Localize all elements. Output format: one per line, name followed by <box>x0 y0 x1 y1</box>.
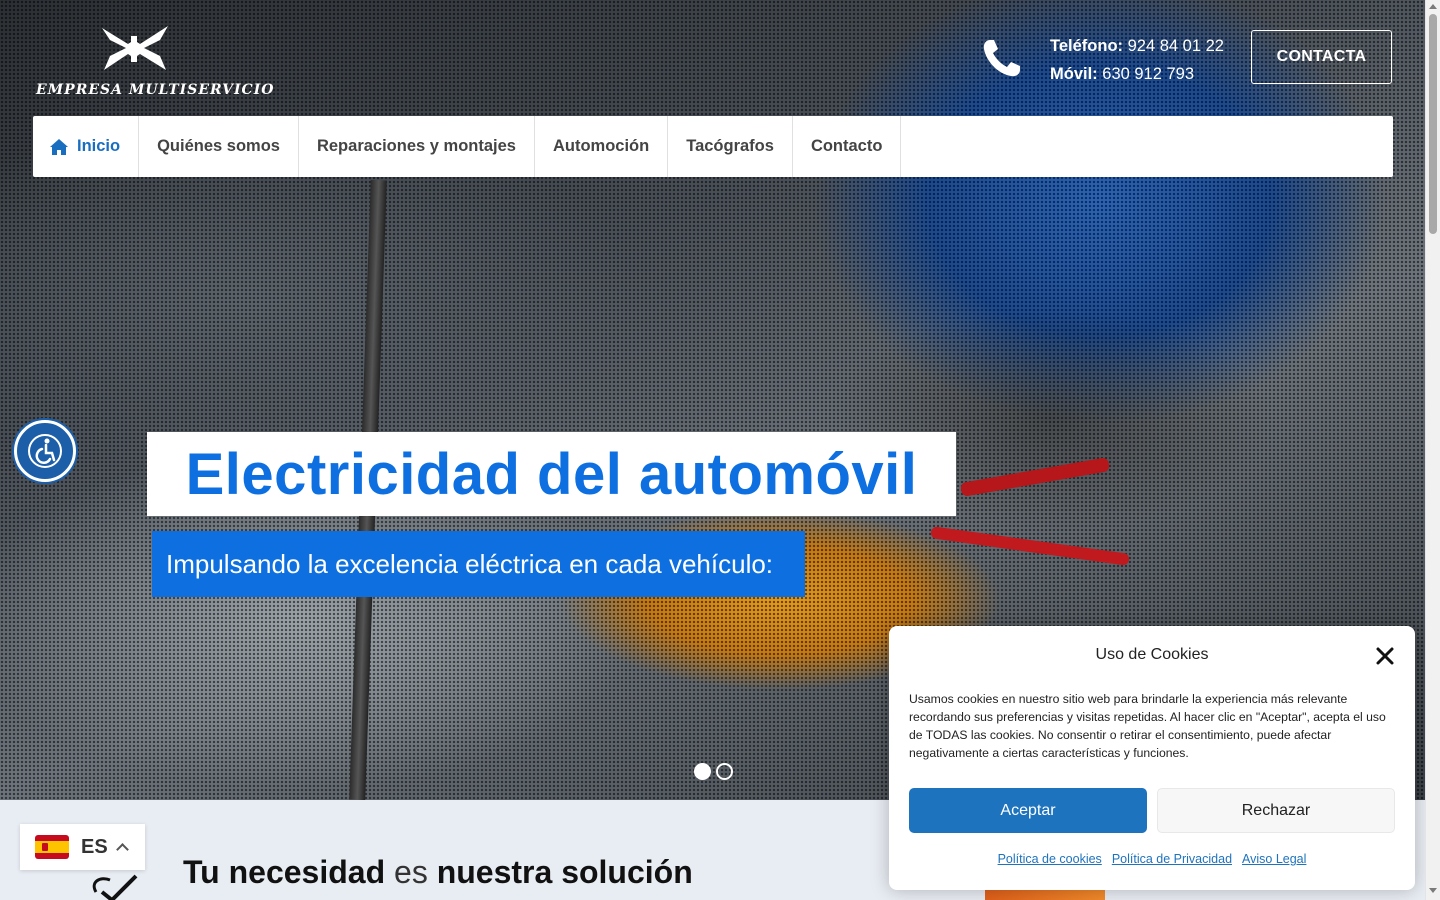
cookie-policy-link[interactable]: Política de cookies <box>998 852 1102 866</box>
logo-text: EMPRESA MULTISERVICIO <box>36 82 275 98</box>
nav-label: Contacto <box>810 137 883 155</box>
hero-background-wire <box>959 457 1111 497</box>
cookie-text: Usamos cookies en nuestro sitio web para… <box>909 692 1386 760</box>
accessibility-button[interactable] <box>14 420 76 482</box>
privacy-policy-link[interactable]: Política de Privacidad <box>1112 852 1232 866</box>
close-icon[interactable] <box>1375 646 1395 666</box>
mobile-value: 630 912 793 <box>1102 65 1195 83</box>
phone-label: Teléfono: <box>1050 37 1124 55</box>
logo-mark-icon <box>102 26 168 70</box>
nav-item-inicio[interactable]: Inicio <box>33 116 140 177</box>
hero-subtitle: Impulsando la excelencia eléctrica en ca… <box>166 548 774 579</box>
section-title-part1: Tu necesidad <box>183 854 386 890</box>
phone-icon <box>983 40 1020 77</box>
spain-flag-icon <box>35 835 69 859</box>
check-icon <box>92 874 138 900</box>
reject-cookies-button[interactable]: Rechazar <box>1157 788 1395 833</box>
scroll-thumb[interactable] <box>1429 14 1437 234</box>
nav-label: Automoción <box>552 137 650 155</box>
section-title: Tu necesidad es nuestra solución <box>183 854 693 891</box>
nav-item-automocion[interactable]: Automoción <box>535 116 669 177</box>
nav-item-tacografos[interactable]: Tacógrafos <box>668 116 793 177</box>
page-scrollbar[interactable] <box>1425 0 1440 900</box>
section-title-part3: nuestra solución <box>436 854 693 890</box>
language-code: ES <box>81 835 108 858</box>
accessibility-icon <box>28 434 62 468</box>
nav-item-quienes-somos[interactable]: Quiénes somos <box>139 116 299 177</box>
cookie-title: Uso de Cookies <box>1095 646 1209 663</box>
chevron-up-icon <box>115 843 129 856</box>
section-title-part2: es <box>394 854 428 890</box>
contacta-button[interactable]: CONTACTA <box>1251 30 1392 84</box>
scroll-up-icon[interactable] <box>1429 4 1437 9</box>
hero-background-wire <box>930 526 1130 566</box>
nav-item-reparaciones[interactable]: Reparaciones y montajes <box>299 116 535 177</box>
legal-notice-link[interactable]: Aviso Legal <box>1242 852 1306 866</box>
slider-dot-1[interactable] <box>694 763 711 780</box>
contact-info: Teléfono: 924 84 01 22 Móvil: 630 912 79… <box>1050 32 1224 88</box>
language-switcher[interactable]: ES <box>20 824 145 870</box>
nav-label: Inicio <box>77 137 121 155</box>
mobile-line[interactable]: Móvil: 630 912 793 <box>1050 60 1224 88</box>
nav-label: Tacógrafos <box>686 137 774 155</box>
slider-dots <box>694 763 733 780</box>
nav-label: Quiénes somos <box>157 137 280 155</box>
nav-label: Reparaciones y montajes <box>316 137 516 155</box>
main-nav: Inicio Quiénes somos Reparaciones y mont… <box>33 116 1393 177</box>
hero-subtitle-box: Impulsando la excelencia eléctrica en ca… <box>152 531 805 597</box>
hero-title-box: Electricidad del automóvil <box>147 432 956 516</box>
phone-value: 924 84 01 22 <box>1127 37 1224 55</box>
accept-cookies-button[interactable]: Aceptar <box>909 788 1147 833</box>
mobile-label: Móvil: <box>1050 65 1098 83</box>
home-icon <box>50 138 68 155</box>
nav-item-contacto[interactable]: Contacto <box>793 116 902 177</box>
cookie-links: Política de cookies Política de Privacid… <box>889 852 1415 866</box>
phone-line[interactable]: Teléfono: 924 84 01 22 <box>1050 32 1224 60</box>
slider-dot-2[interactable] <box>716 763 733 780</box>
logo[interactable]: EMPRESA MULTISERVICIO <box>36 22 275 102</box>
cookie-banner: Uso de Cookies Usamos cookies en nuestro… <box>889 626 1415 890</box>
scroll-down-icon[interactable] <box>1429 888 1437 893</box>
hero-title: Electricidad del automóvil <box>185 441 918 507</box>
